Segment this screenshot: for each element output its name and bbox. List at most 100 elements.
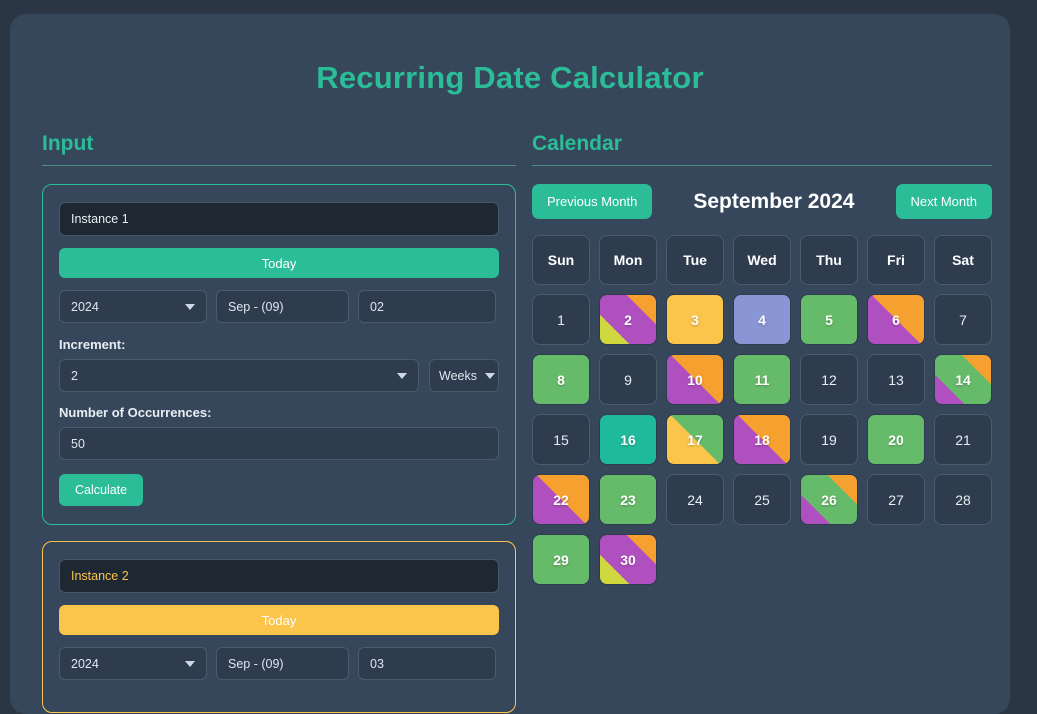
chevron-down-icon <box>185 660 195 667</box>
day-number: 28 <box>955 491 971 508</box>
chevron-down-icon <box>185 303 195 310</box>
calendar-day-17[interactable]: 17 <box>666 414 724 465</box>
day-number: 13 <box>888 371 904 388</box>
weekday-header-thu: Thu <box>800 235 858 285</box>
calendar-day-27[interactable]: 27 <box>867 474 925 525</box>
month-input-2[interactable]: Sep - (09) <box>216 647 349 680</box>
year-value-1: 2024 <box>71 299 99 314</box>
increment-unit-value-1: Weeks <box>439 368 477 383</box>
calendar-day-21[interactable]: 21 <box>934 414 992 465</box>
instance-name-input-2[interactable]: Instance 2 <box>59 559 499 593</box>
day-number: 6 <box>892 311 900 328</box>
calculate-button-1[interactable]: Calculate <box>59 474 144 506</box>
calendar-month-label: September 2024 <box>693 189 855 213</box>
date-row-2: 2024 Sep - (09) 03 <box>59 647 499 680</box>
calendar-day-28[interactable]: 28 <box>934 474 992 525</box>
input-heading: Input <box>42 132 516 166</box>
page-title: Recurring Date Calculator <box>316 60 704 95</box>
year-select-2[interactable]: 2024 <box>59 647 207 680</box>
weekday-header-sat: Sat <box>934 235 992 285</box>
calendar-day-19[interactable]: 19 <box>800 414 858 465</box>
weekday-header-wed: Wed <box>733 235 791 285</box>
calendar-day-1[interactable]: 1 <box>532 294 590 345</box>
day-number: 14 <box>955 371 971 388</box>
occurrences-label-1: Number of Occurrences: <box>59 405 212 420</box>
instance-card-1: Instance 1 Today 2024 Sep - (09) 02 Incr… <box>42 184 516 525</box>
calendar-day-4[interactable]: 4 <box>733 294 791 345</box>
day-number: 22 <box>553 491 569 508</box>
calendar-day-15[interactable]: 15 <box>532 414 590 465</box>
day-number: 17 <box>687 431 703 448</box>
today-button-2[interactable]: Today <box>59 605 499 635</box>
day-number: 12 <box>821 371 837 388</box>
calendar-empty-slot <box>934 534 992 585</box>
calendar-day-20[interactable]: 20 <box>867 414 925 465</box>
calendar-day-16[interactable]: 16 <box>599 414 657 465</box>
day-number: 24 <box>687 491 703 508</box>
calendar-empty-slot <box>867 534 925 585</box>
calendar-day-12[interactable]: 12 <box>800 354 858 405</box>
chevron-down-icon <box>484 372 495 379</box>
day-number: 20 <box>888 431 904 448</box>
day-number: 16 <box>620 431 636 448</box>
increment-unit-select-1[interactable]: Weeks <box>429 359 499 392</box>
today-button-1[interactable]: Today <box>59 248 499 278</box>
day-number: 7 <box>959 311 967 328</box>
calendar-day-13[interactable]: 13 <box>867 354 925 405</box>
next-month-button[interactable]: Next Month <box>895 184 992 219</box>
year-select-1[interactable]: 2024 <box>59 290 207 323</box>
day-number: 1 <box>557 311 565 328</box>
calendar-day-26[interactable]: 26 <box>800 474 858 525</box>
calendar-empty-slot <box>733 534 791 585</box>
day-number: 11 <box>754 371 770 388</box>
day-input-1[interactable]: 02 <box>358 290 496 323</box>
main-columns: Input Instance 1 Today 2024 Sep - (09) 0… <box>10 132 1010 714</box>
day-number: 9 <box>624 371 632 388</box>
calendar-day-24[interactable]: 24 <box>666 474 724 525</box>
calendar-day-3[interactable]: 3 <box>666 294 724 345</box>
calendar-day-22[interactable]: 22 <box>532 474 590 525</box>
day-number: 3 <box>691 311 699 328</box>
day-number: 2 <box>624 311 632 328</box>
day-number: 4 <box>758 311 766 328</box>
calendar-day-10[interactable]: 10 <box>666 354 724 405</box>
occurrences-input-1[interactable]: 50 <box>59 427 499 460</box>
calendar-day-6[interactable]: 6 <box>867 294 925 345</box>
day-number: 26 <box>821 491 837 508</box>
instance-name-input-1[interactable]: Instance 1 <box>59 202 499 236</box>
previous-month-button[interactable]: Previous Month <box>532 184 653 219</box>
month-input-1[interactable]: Sep - (09) <box>216 290 349 323</box>
calendar-day-7[interactable]: 7 <box>934 294 992 345</box>
day-number: 23 <box>620 491 636 508</box>
calendar-heading: Calendar <box>532 132 992 166</box>
day-number: 10 <box>687 371 703 388</box>
calendar-day-8[interactable]: 8 <box>532 354 590 405</box>
calendar-day-11[interactable]: 11 <box>733 354 791 405</box>
calendar-day-14[interactable]: 14 <box>934 354 992 405</box>
calendar-day-9[interactable]: 9 <box>599 354 657 405</box>
date-row-1: 2024 Sep - (09) 02 <box>59 290 499 323</box>
calendar-day-5[interactable]: 5 <box>800 294 858 345</box>
input-panel: Input Instance 1 Today 2024 Sep - (09) 0… <box>28 132 528 714</box>
calendar-empty-slot <box>800 534 858 585</box>
weekday-header-mon: Mon <box>599 235 657 285</box>
day-input-2[interactable]: 03 <box>358 647 496 680</box>
app-window: Recurring Date Calculator Input Instance… <box>10 14 1010 714</box>
calendar-day-25[interactable]: 25 <box>733 474 791 525</box>
calendar-day-29[interactable]: 29 <box>532 534 590 585</box>
calendar-day-23[interactable]: 23 <box>599 474 657 525</box>
calendar-panel: Calendar Previous Month September 2024 N… <box>528 132 992 714</box>
day-number: 27 <box>888 491 904 508</box>
day-number: 18 <box>754 431 770 448</box>
chevron-down-icon <box>397 372 407 379</box>
increment-label-1: Increment: <box>59 337 126 352</box>
day-number: 5 <box>825 311 833 328</box>
increment-amount-select-1[interactable]: 2 <box>59 359 419 392</box>
calendar-day-30[interactable]: 30 <box>599 534 657 585</box>
weekday-header-sun: Sun <box>532 235 590 285</box>
calendar-day-2[interactable]: 2 <box>599 294 657 345</box>
calendar-nav: Previous Month September 2024 Next Month <box>532 184 992 219</box>
increment-row-1: 2 Weeks <box>59 359 499 392</box>
day-number: 30 <box>620 551 636 568</box>
calendar-day-18[interactable]: 18 <box>733 414 791 465</box>
